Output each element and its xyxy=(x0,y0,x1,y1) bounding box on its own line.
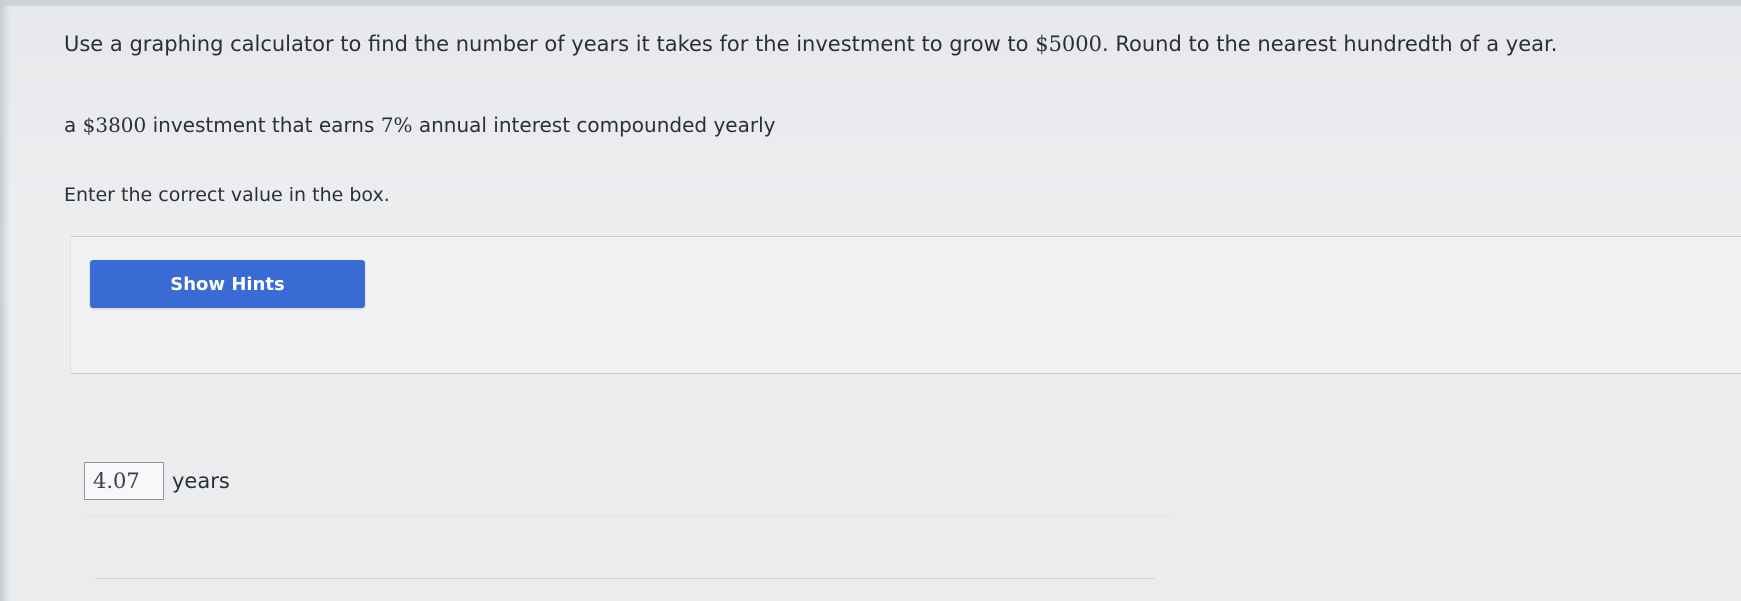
question-text-before: Use a graphing calculator to find the nu… xyxy=(64,32,1036,56)
target-amount: $5000 xyxy=(1035,32,1103,56)
principal-amount: $3800 xyxy=(82,113,147,137)
instruction-text: Enter the correct value in the box. xyxy=(64,184,390,206)
divider-line xyxy=(84,516,1174,517)
problem-statement: a $3800 investment that earns 7% annual … xyxy=(64,112,775,138)
answer-input[interactable] xyxy=(84,462,164,500)
answer-row: years xyxy=(84,462,230,500)
interest-rate: 7% xyxy=(380,113,413,137)
question-text-after: . Round to the nearest hundredth of a ye… xyxy=(1102,32,1558,56)
question-text: Use a graphing calculator to find the nu… xyxy=(64,30,1724,58)
top-border xyxy=(0,0,1741,6)
problem-suffix: annual interest compounded yearly xyxy=(412,113,776,137)
problem-middle: investment that earns xyxy=(146,113,381,137)
answer-unit: years xyxy=(172,469,230,493)
show-hints-button[interactable]: Show Hints xyxy=(90,260,365,308)
bottom-divider-line xyxy=(95,578,1155,579)
left-edge-shadow xyxy=(0,0,10,601)
problem-prefix: a xyxy=(64,113,83,137)
